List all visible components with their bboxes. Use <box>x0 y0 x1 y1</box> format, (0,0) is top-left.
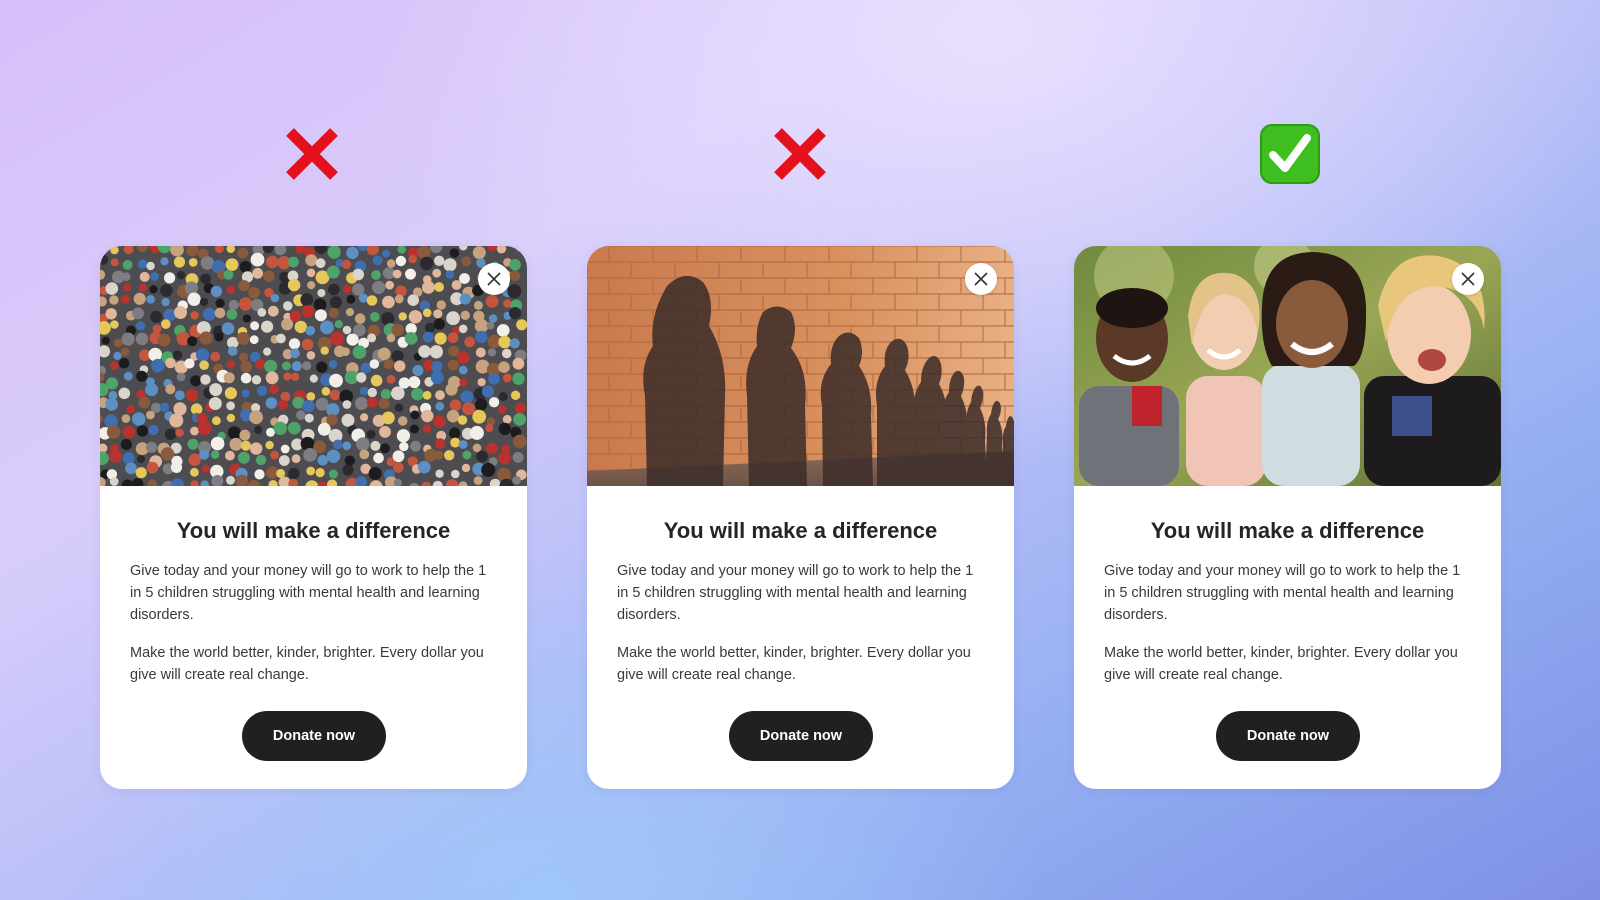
card-paragraph: Give today and your money will go to wor… <box>617 563 974 623</box>
donation-card-children: You will make a difference Give today an… <box>1074 246 1501 789</box>
card-paragraph: Give today and your money will go to wor… <box>130 563 487 623</box>
donate-button[interactable]: Donate now <box>729 711 873 761</box>
close-button[interactable] <box>1452 263 1484 295</box>
donation-card-crowd: You will make a difference Give today an… <box>100 246 527 789</box>
card-paragraph: Make the world better, kinder, brighter.… <box>1104 645 1458 683</box>
card-body: Give today and your money will go to wor… <box>1104 560 1464 702</box>
shadows-on-brick-wall-photo <box>587 246 1014 486</box>
close-button[interactable] <box>478 263 510 295</box>
donation-card-shadows: You will make a difference Give today an… <box>587 246 1014 789</box>
smiling-children-photo <box>1074 246 1501 486</box>
card-body: Give today and your money will go to wor… <box>130 560 490 702</box>
close-icon <box>974 272 988 286</box>
card-title: You will make a difference <box>663 518 938 543</box>
card-title: You will make a difference <box>1150 518 1425 543</box>
close-button[interactable] <box>965 263 997 295</box>
crowd-photo <box>100 246 527 486</box>
close-icon <box>1461 272 1475 286</box>
card-paragraph: Make the world better, kinder, brighter.… <box>617 645 971 683</box>
donate-button[interactable]: Donate now <box>1216 711 1360 761</box>
red-cross-icon <box>770 124 830 184</box>
close-icon <box>487 272 501 286</box>
card-body: Give today and your money will go to wor… <box>617 560 977 702</box>
red-cross-icon <box>282 124 342 184</box>
donate-button[interactable]: Donate now <box>242 711 386 761</box>
card-paragraph: Make the world better, kinder, brighter.… <box>130 645 484 683</box>
card-paragraph: Give today and your money will go to wor… <box>1104 563 1461 623</box>
card-title: You will make a difference <box>176 518 451 543</box>
green-check-icon <box>1260 124 1320 184</box>
